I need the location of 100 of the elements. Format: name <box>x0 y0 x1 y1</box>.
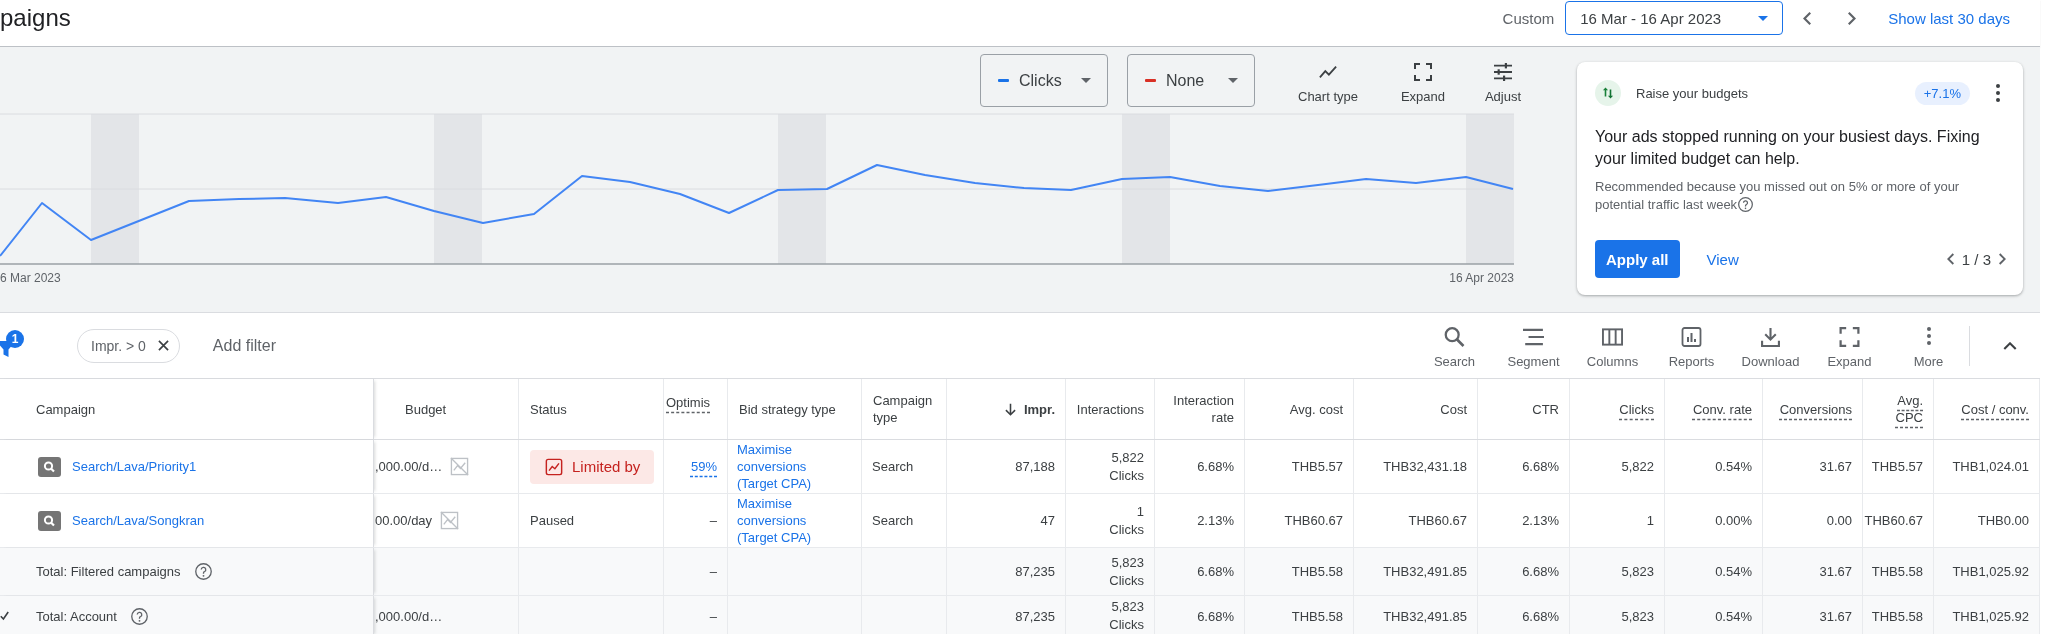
bar-chart-icon <box>1681 327 1702 347</box>
column-header[interactable]: Interaction rate <box>1155 379 1245 439</box>
close-icon[interactable] <box>157 340 169 351</box>
help-icon[interactable] <box>130 607 148 625</box>
expand-icon <box>1839 327 1860 347</box>
table-cell: 47 <box>947 494 1066 547</box>
column-header[interactable]: Optimis <box>664 379 728 439</box>
caret-down-icon <box>1758 15 1769 21</box>
toolbar-button[interactable]: Reports <box>1652 313 1731 378</box>
column-header[interactable]: Status <box>519 379 664 439</box>
toolbar-button[interactable]: Download <box>1731 313 1810 378</box>
table-cell: 1 <box>1570 494 1665 547</box>
status-badge[interactable]: Limited by <box>530 449 654 484</box>
view-link[interactable]: View <box>1706 250 1739 268</box>
column-header[interactable]: Bid strategy type <box>728 379 862 439</box>
chevron-left-icon[interactable] <box>1803 11 1812 25</box>
budget-value: 00.00/day <box>375 513 433 528</box>
table-cell: 31.67 <box>1763 596 1863 634</box>
table-cell: THB5.58 <box>1863 596 1934 634</box>
table-cell: 5,823 <box>1570 548 1665 595</box>
table-cell: Paused <box>519 494 664 547</box>
toolbar-button[interactable]: Columns <box>1573 313 1652 378</box>
sliders-icon <box>1494 63 1512 81</box>
show-last-30-days-link[interactable]: Show last 30 days <box>1888 9 2010 27</box>
chart-tool-button[interactable]: Chart type <box>1288 54 1368 107</box>
apply-all-button[interactable]: Apply all <box>1595 240 1680 278</box>
table-cell: THB32,431.18 <box>1354 440 1478 493</box>
total-label: Total: Account <box>36 608 117 624</box>
column-header[interactable]: Avg. cost <box>1245 379 1354 439</box>
table-cell: THB1,024.01 <box>1934 440 2040 493</box>
check-icon[interactable] <box>0 611 9 621</box>
table-cell: 5,823 Clicks <box>1066 596 1155 634</box>
recommendation-title: Raise your budgets <box>1636 85 1748 101</box>
column-header[interactable]: Cost / conv. <box>1934 379 2040 439</box>
column-header[interactable]: Impr. <box>947 379 1066 439</box>
pager-text: 1 / 3 <box>1961 250 1991 268</box>
metric-dropdown[interactable]: None <box>1127 54 1255 107</box>
table-cell: 5,823 Clicks <box>1066 548 1155 595</box>
campaign-link[interactable]: Search/Lava/Songkran <box>72 513 205 528</box>
score-link[interactable]: 59% <box>690 459 717 474</box>
table-cell: THB5.58 <box>1863 548 1934 595</box>
crossed-chart-icon <box>450 457 470 476</box>
column-header[interactable]: Conv. rate <box>1665 379 1763 439</box>
help-icon[interactable] <box>1738 197 1754 212</box>
table-cell: THB60.67 <box>1245 494 1354 547</box>
table-cell: 0.54% <box>1665 440 1763 493</box>
table-cell: 1 Clicks <box>1066 494 1155 547</box>
toolbar-button[interactable]: More <box>1889 313 1968 378</box>
column-header[interactable]: Avg. CPC <box>1863 379 1934 439</box>
column-header[interactable]: Clicks <box>1570 379 1665 439</box>
help-icon[interactable] <box>194 563 212 580</box>
chevron-right-icon[interactable] <box>1848 11 1857 25</box>
table-cell: Search <box>862 494 947 547</box>
table-cell: Search <box>862 440 947 493</box>
chevron-up-icon[interactable] <box>2003 341 2017 350</box>
column-header[interactable]: Campaign <box>0 379 374 439</box>
toolbar-button[interactable]: Search <box>1415 313 1494 378</box>
filter-chip[interactable]: Impr. > 0 <box>77 328 180 363</box>
table-cell: 31.67 <box>1763 548 1863 595</box>
table-cell: 0.00 <box>1763 494 1863 547</box>
column-header[interactable]: Interactions <box>1066 379 1155 439</box>
bid-strategy-link[interactable]: Maximise conversions (Target CPA) <box>737 441 849 492</box>
chevron-left-icon[interactable] <box>1946 253 1954 265</box>
campaign-link[interactable]: Search/Lava/Priority1 <box>72 459 197 474</box>
more-vertical-icon <box>1926 327 1931 345</box>
recommendation-headline: Your ads stopped running on your busiest days. Fixing your limited budget can help. <box>1595 127 1981 169</box>
table-cell: 5,822 Clicks <box>1066 440 1155 493</box>
toolbar-button[interactable]: Expand <box>1810 313 1889 378</box>
column-header[interactable]: Budget <box>374 379 519 439</box>
filter-icon[interactable] <box>0 340 12 358</box>
bid-strategy-link[interactable]: Maximise conversions (Target CPA) <box>737 495 849 546</box>
segment-lines-icon <box>1523 327 1544 347</box>
crossed-chart-icon <box>440 511 460 530</box>
table-cell: THB60.67 <box>1863 494 1934 547</box>
column-header[interactable]: Campaign type <box>862 379 947 439</box>
x-axis-label: 16 Apr 2023 <box>1449 271 1514 285</box>
table-cell: 31.67 <box>1763 440 1863 493</box>
date-range-dropdown[interactable]: 16 Mar - 16 Apr 2023 <box>1565 1 1784 35</box>
line-chart-icon <box>545 457 563 476</box>
up-down-arrows-icon <box>1595 80 1621 106</box>
add-filter-button[interactable]: Add filter <box>212 336 276 355</box>
table-cell: – <box>664 494 728 547</box>
chart-tool-button[interactable]: Expand <box>1393 54 1453 107</box>
column-header[interactable]: Conversions <box>1763 379 1863 439</box>
metric-dropdown[interactable]: Clicks <box>980 54 1108 107</box>
table-cell: THB5.58 <box>1245 548 1354 595</box>
table-cell: THB0.00 <box>1934 494 2040 547</box>
page-title: paigns <box>0 4 71 32</box>
table-cell: 6.68% <box>1478 596 1570 634</box>
table-cell: – <box>664 596 728 634</box>
filter-count-badge: 1 <box>6 329 24 348</box>
chart-tool-button[interactable]: Adjust <box>1476 54 1530 107</box>
table-cell: 0.54% <box>1665 596 1763 634</box>
column-header[interactable]: CTR <box>1478 379 1570 439</box>
chevron-right-icon[interactable] <box>1999 253 2006 265</box>
toolbar-button[interactable]: Segment <box>1494 313 1573 378</box>
column-header[interactable]: Cost <box>1354 379 1478 439</box>
table-cell: 0.00% <box>1665 494 1763 547</box>
table-cell: THB60.67 <box>1354 494 1478 547</box>
more-options-icon[interactable] <box>1996 84 2000 102</box>
